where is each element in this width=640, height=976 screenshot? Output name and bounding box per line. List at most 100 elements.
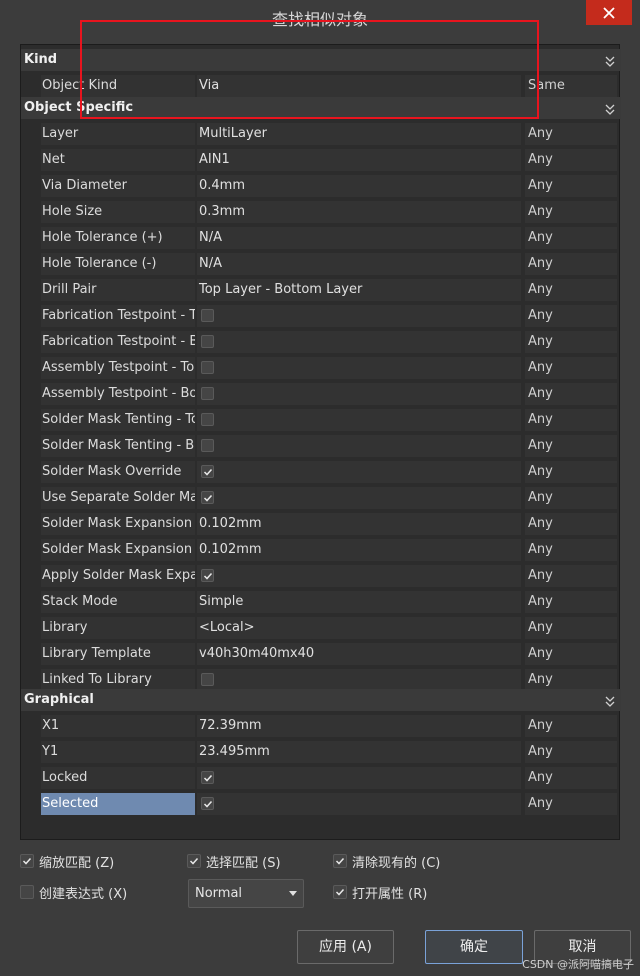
match-mode-cell[interactable]: Any	[525, 305, 617, 327]
match-mode-cell[interactable]: Any	[525, 741, 617, 763]
open-properties-option[interactable]: 打开属性 (R)	[333, 882, 427, 902]
property-value-checkbox-cell[interactable]	[197, 383, 521, 405]
match-mode-cell[interactable]: Any	[525, 331, 617, 353]
clear-existing-checkbox[interactable]	[333, 854, 347, 868]
match-mode-cell[interactable]: Any	[525, 227, 617, 249]
dialog-title: 查找相似对象	[271, 10, 368, 29]
property-value-checkbox-cell[interactable]	[197, 409, 521, 431]
property-name: Net	[41, 149, 195, 171]
property-value[interactable]: 23.495mm	[197, 741, 521, 763]
zoom-match-option[interactable]: 缩放匹配 (Z)	[20, 851, 114, 871]
property-value[interactable]: N/A	[197, 227, 521, 249]
property-checkbox[interactable]	[201, 439, 214, 452]
property-value[interactable]: Top Layer - Bottom Layer	[197, 279, 521, 301]
match-mode-cell[interactable]: Any	[525, 409, 617, 431]
collapse-chevron-icon[interactable]	[605, 694, 615, 707]
match-mode-cell[interactable]: Any	[525, 591, 617, 613]
property-name: X1	[41, 715, 195, 737]
match-mode-cell[interactable]: Any	[525, 149, 617, 171]
section-header-kind[interactable]: Kind	[21, 49, 621, 71]
match-mode-cell[interactable]: Any	[525, 175, 617, 197]
select-match-checkbox[interactable]	[187, 854, 201, 868]
ok-button[interactable]: 确定	[425, 930, 523, 964]
property-name: Hole Tolerance (+)	[41, 227, 195, 249]
match-mode-cell[interactable]: Any	[525, 513, 617, 535]
property-checkbox[interactable]	[201, 465, 214, 478]
property-value-checkbox-cell[interactable]	[197, 565, 521, 587]
match-mode-cell[interactable]: Any	[525, 715, 617, 737]
property-checkbox[interactable]	[201, 413, 214, 426]
property-value-checkbox-cell[interactable]	[197, 767, 521, 789]
property-row: Solder Mask Tenting - To Any	[21, 407, 621, 433]
match-mode-cell[interactable]: Any	[525, 539, 617, 561]
match-mode-cell[interactable]: Any	[525, 767, 617, 789]
property-row: Solder Mask Expansion - 0.102mm Any	[21, 511, 621, 537]
property-checkbox[interactable]	[201, 771, 214, 784]
property-value-checkbox-cell[interactable]	[197, 305, 521, 327]
create-expression-option[interactable]: 创建表达式 (X)	[20, 882, 127, 902]
property-row: Y1 23.495mm Any	[21, 739, 621, 765]
apply-button[interactable]: 应用 (A)	[297, 930, 394, 964]
property-checkbox[interactable]	[201, 491, 214, 504]
property-checkbox[interactable]	[201, 309, 214, 322]
property-value-checkbox-cell[interactable]	[197, 331, 521, 353]
property-row: Assembly Testpoint - Top Any	[21, 355, 621, 381]
property-value-checkbox-cell[interactable]	[197, 461, 521, 483]
property-value[interactable]: 0.3mm	[197, 201, 521, 223]
open-properties-checkbox[interactable]	[333, 885, 347, 899]
match-mode-cell[interactable]: Any	[525, 279, 617, 301]
property-value[interactable]: v40h30m40mx40	[197, 643, 521, 665]
property-checkbox[interactable]	[201, 569, 214, 582]
property-name: Via Diameter	[41, 175, 195, 197]
match-mode-cell[interactable]: Any	[525, 435, 617, 457]
section-header-object-specific[interactable]: Object Specific	[21, 97, 621, 119]
property-value-checkbox-cell[interactable]	[197, 357, 521, 379]
property-checkbox[interactable]	[201, 797, 214, 810]
property-value[interactable]: 0.102mm	[197, 513, 521, 535]
match-mode-cell[interactable]: Any	[525, 461, 617, 483]
property-value[interactable]: MultiLayer	[197, 123, 521, 145]
property-value-checkbox-cell[interactable]	[197, 669, 521, 691]
match-mode-cell[interactable]: Any	[525, 793, 617, 815]
check-icon	[335, 888, 345, 896]
select-match-option[interactable]: 选择匹配 (S)	[187, 851, 281, 871]
property-checkbox[interactable]	[201, 361, 214, 374]
match-mode-cell[interactable]: Any	[525, 253, 617, 275]
property-row: Hole Tolerance (+) N/A Any	[21, 225, 621, 251]
match-mode-cell[interactable]: Any	[525, 487, 617, 509]
match-mode-cell[interactable]: Any	[525, 565, 617, 587]
property-name: Apply Solder Mask Expan	[41, 565, 195, 587]
match-mode-cell[interactable]: Any	[525, 123, 617, 145]
create-expression-checkbox[interactable]	[20, 885, 34, 899]
match-mode-cell[interactable]: Any	[525, 669, 617, 691]
collapse-chevron-icon[interactable]	[605, 54, 615, 67]
property-checkbox[interactable]	[201, 387, 214, 400]
property-value-checkbox-cell[interactable]	[197, 793, 521, 815]
property-value[interactable]: 0.4mm	[197, 175, 521, 197]
property-row: Selected Any	[21, 791, 621, 817]
match-mode-cell[interactable]: Any	[525, 617, 617, 639]
close-button[interactable]	[586, 0, 632, 25]
property-value[interactable]: <Local>	[197, 617, 521, 639]
property-value[interactable]: N/A	[197, 253, 521, 275]
clear-existing-option[interactable]: 清除现有的 (C)	[333, 851, 440, 871]
collapse-chevron-icon[interactable]	[605, 102, 615, 115]
match-mode-cell[interactable]: Any	[525, 383, 617, 405]
mode-select[interactable]: Normal	[188, 879, 304, 908]
match-mode-cell[interactable]: Any	[525, 201, 617, 223]
property-value-checkbox-cell[interactable]	[197, 435, 521, 457]
match-mode-cell[interactable]: Any	[525, 357, 617, 379]
property-value[interactable]: AIN1	[197, 149, 521, 171]
property-row: Hole Tolerance (-) N/A Any	[21, 251, 621, 277]
match-mode-cell[interactable]: Same	[525, 75, 617, 97]
property-value-checkbox-cell[interactable]	[197, 487, 521, 509]
property-value[interactable]: 72.39mm	[197, 715, 521, 737]
property-checkbox[interactable]	[201, 335, 214, 348]
property-checkbox[interactable]	[201, 673, 214, 686]
zoom-match-checkbox[interactable]	[20, 854, 34, 868]
match-mode-cell[interactable]: Any	[525, 643, 617, 665]
property-value[interactable]: 0.102mm	[197, 539, 521, 561]
section-header-graphical[interactable]: Graphical	[21, 689, 621, 711]
property-value[interactable]: Simple	[197, 591, 521, 613]
property-value[interactable]: Via	[197, 75, 521, 97]
